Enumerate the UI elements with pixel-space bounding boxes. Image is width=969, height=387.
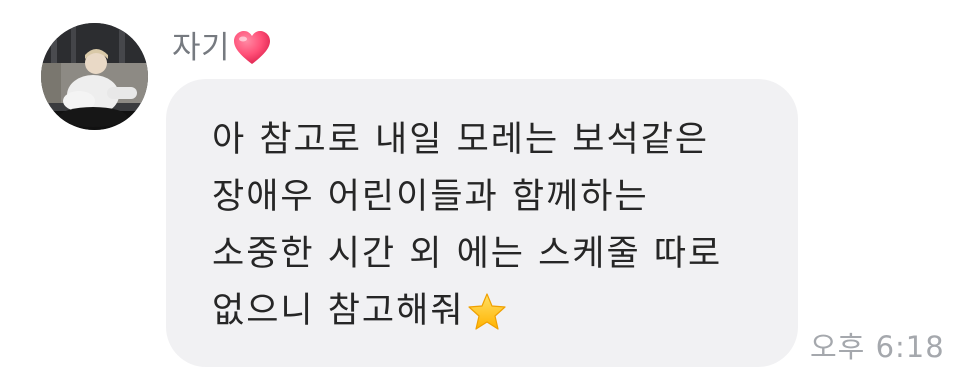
message-bubble[interactable]: 아 참고로 내일 모레는 보석같은 장애우 어린이들과 함께하는 소중한 시간 … (166, 79, 798, 367)
avatar-photo (41, 23, 148, 130)
sender-name: 자기 (172, 30, 231, 66)
message-line: 장애우 어린이들과 함께하는 (212, 177, 649, 217)
message-line-text: 없으니 참고해줘 (212, 291, 465, 331)
avatar[interactable] (41, 23, 148, 130)
message-timestamp: 오후 6:18 (810, 330, 945, 364)
message-last-line: 없으니 참고해줘 (212, 283, 778, 340)
message-line: 소중한 시간 외 에는 스케줄 따로 (212, 234, 723, 274)
sender-name-row: 자기 (172, 26, 272, 70)
message-line: 아 참고로 내일 모레는 보석같은 (212, 120, 710, 160)
star-icon (467, 292, 507, 332)
heart-icon (232, 30, 272, 66)
